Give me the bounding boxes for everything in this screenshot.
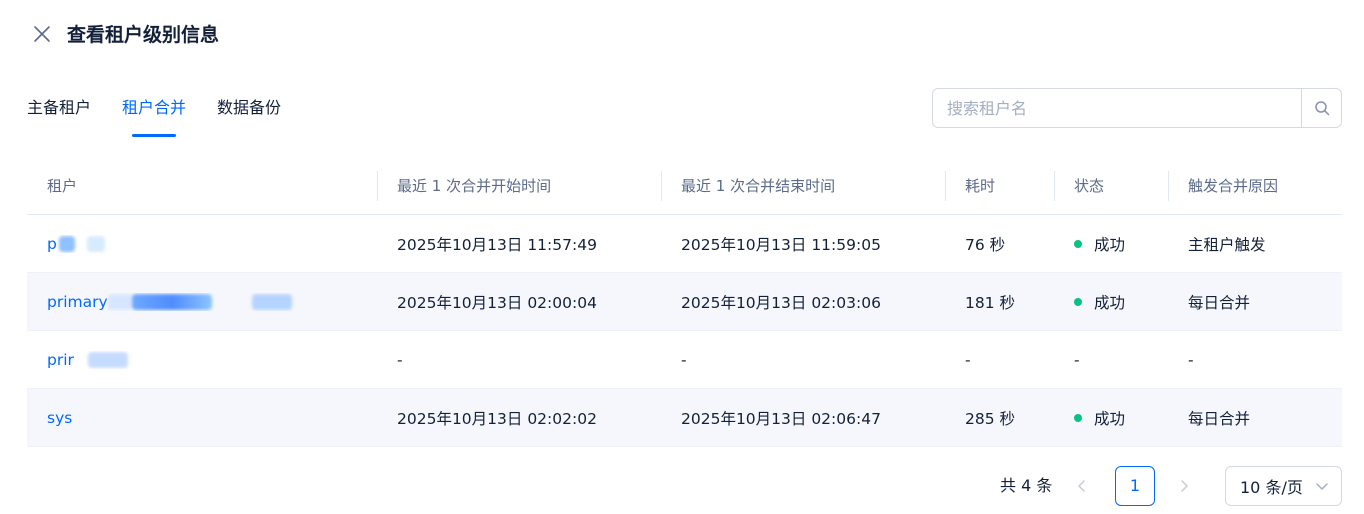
table-row: sys 2025年10月13日 02:02:02 2025年10月13日 02:… xyxy=(27,389,1342,447)
table-row: primary 2025年10月13日 02:00:04 2025年10月13日… xyxy=(27,273,1342,331)
redacted-blur xyxy=(107,294,132,310)
tenant-name: p xyxy=(47,234,57,253)
page-number-button[interactable]: 1 xyxy=(1115,466,1155,506)
page-size-value: 10 条/页 xyxy=(1240,478,1303,497)
merge-table: 租户 最近 1 次合并开始时间 最近 1 次合并结束时间 耗时 状态 触发合并原… xyxy=(27,158,1342,447)
end-time-cell: - xyxy=(681,350,687,369)
start-time-cell: 2025年10月13日 02:00:04 xyxy=(397,293,597,312)
chevron-left-icon xyxy=(1078,480,1085,492)
tab-bar: 主备租户 租户合并 数据备份 xyxy=(27,94,312,138)
page-size-select[interactable]: 10 条/页 xyxy=(1225,466,1342,506)
chevron-right-icon xyxy=(1181,480,1188,492)
end-time-cell: 2025年10月13日 11:59:05 xyxy=(681,235,881,254)
pagination: 共 4 条 1 10 条/页 xyxy=(0,466,1364,506)
status-dot xyxy=(1074,414,1082,422)
reason-cell: - xyxy=(1188,350,1194,369)
reason-cell: 每日合并 xyxy=(1188,409,1251,428)
table-header: 租户 最近 1 次合并开始时间 最近 1 次合并结束时间 耗时 状态 触发合并原… xyxy=(27,158,1342,215)
reason-cell: 主租户触发 xyxy=(1188,235,1266,254)
status-cell: 成功 xyxy=(1054,233,1168,255)
tab-tenant-merge[interactable]: 租户合并 xyxy=(122,94,186,138)
tab-primary-standby[interactable]: 主备租户 xyxy=(27,94,91,138)
next-page-button[interactable] xyxy=(1174,476,1194,496)
tenant-link[interactable]: primary xyxy=(27,293,377,311)
prev-page-button[interactable] xyxy=(1072,476,1092,496)
tab-data-backup[interactable]: 数据备份 xyxy=(217,94,281,138)
column-header-end-time: 最近 1 次合并结束时间 xyxy=(661,158,945,215)
table-row: p 2025年10月13日 11:57:49 2025年10月13日 11:59… xyxy=(27,215,1342,273)
start-time-cell: 2025年10月13日 11:57:49 xyxy=(397,235,597,254)
close-icon xyxy=(34,26,50,42)
total-count: 共 4 条 xyxy=(1000,476,1053,495)
duration-cell: 76 秒 xyxy=(965,235,1006,254)
column-header-tenant: 租户 xyxy=(47,176,78,195)
search-box xyxy=(932,88,1342,128)
column-header-start-time: 最近 1 次合并开始时间 xyxy=(377,158,661,215)
column-header-reason: 触发合并原因 xyxy=(1168,158,1342,215)
duration-cell: 285 秒 xyxy=(965,409,1016,428)
redacted-blur xyxy=(131,294,212,310)
end-time-cell: 2025年10月13日 02:03:06 xyxy=(681,293,881,312)
status-text: 成功 xyxy=(1094,293,1126,312)
tenant-link[interactable]: p xyxy=(27,235,377,253)
tenant-link[interactable]: sys xyxy=(27,409,377,427)
status-dot xyxy=(1074,298,1082,306)
column-header-status: 状态 xyxy=(1054,158,1168,215)
chevron-down-icon xyxy=(1316,483,1328,490)
redacted-blur xyxy=(87,352,128,368)
start-time-cell: 2025年10月13日 02:02:02 xyxy=(397,409,597,428)
status-text: 成功 xyxy=(1094,409,1126,428)
tenant-name: prir xyxy=(47,350,74,369)
tenant-name: sys xyxy=(47,408,73,427)
redacted-blur xyxy=(58,236,75,252)
table-row: prir - - - - - xyxy=(27,331,1342,389)
status-cell: 成功 xyxy=(1054,291,1168,313)
duration-cell: - xyxy=(965,350,971,369)
search-icon xyxy=(1314,101,1329,116)
redacted-blur xyxy=(251,294,292,310)
end-time-cell: 2025年10月13日 02:06:47 xyxy=(681,409,881,428)
close-button[interactable] xyxy=(30,22,54,46)
start-time-cell: - xyxy=(397,350,403,369)
page-title: 查看租户级别信息 xyxy=(67,24,220,46)
column-header-duration: 耗时 xyxy=(945,158,1054,215)
duration-cell: 181 秒 xyxy=(965,293,1016,312)
status-cell: 成功 xyxy=(1054,407,1168,429)
status-cell: - xyxy=(1074,350,1080,369)
status-text: 成功 xyxy=(1094,235,1126,254)
tenant-name: primary xyxy=(47,292,108,311)
tenant-link[interactable]: prir xyxy=(27,351,377,369)
redacted-blur xyxy=(86,236,105,252)
search-input[interactable] xyxy=(933,89,1301,127)
reason-cell: 每日合并 xyxy=(1188,293,1251,312)
status-dot xyxy=(1074,240,1082,248)
search-button[interactable] xyxy=(1301,89,1341,127)
